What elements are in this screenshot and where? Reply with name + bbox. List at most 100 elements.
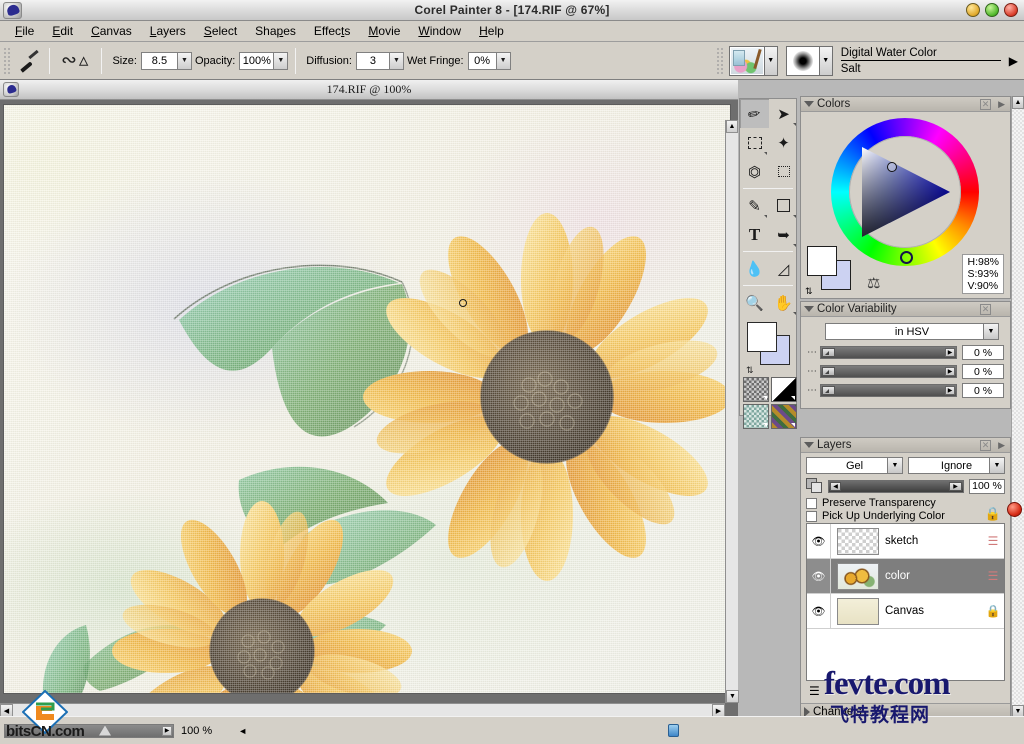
layers-panel-header[interactable]: Layers ✕ ▶ [801,438,1010,453]
panel-menu-icon[interactable]: ▶ [998,440,1005,451]
slider-knob[interactable] [822,386,835,395]
variability-mode-select[interactable]: in HSV ▼ [825,323,999,340]
menu-shapes[interactable]: Shapes [246,22,305,40]
opacity-value[interactable]: 100% [239,51,274,70]
pick-up-underlying-checkbox[interactable] [806,510,817,522]
preserve-transparency-checkbox[interactable] [806,497,817,509]
brush-category-arrow-icon[interactable]: ▼ [764,45,778,76]
slider-end-icon[interactable]: ▶ [945,386,955,395]
diffusion-value[interactable]: 3 [355,51,389,70]
composite-depth-select[interactable]: Ignore ▼ [908,457,1005,474]
paint-bucket-tool[interactable]: ◿ [769,254,798,283]
main-color-swatch[interactable] [807,246,837,276]
menu-window[interactable]: Window [409,22,470,40]
slider-knob[interactable]: ▶ [949,481,962,491]
slider-knob[interactable] [822,348,835,357]
wet-fringe-field[interactable]: 0% ▼ [467,51,511,70]
magic-wand-tool[interactable]: ✦ [769,128,798,157]
opacity-field[interactable]: 100% ▼ [239,51,289,70]
scroll-up-icon[interactable]: ▲ [726,120,738,133]
preserve-transparency-row[interactable]: Preserve Transparency [806,497,1005,509]
chevron-down-icon[interactable]: ▼ [887,457,903,474]
chevron-down-icon[interactable]: ▼ [989,457,1005,474]
close-icon[interactable]: ✕ [980,99,991,110]
menu-select[interactable]: Select [195,22,246,40]
text-tool[interactable]: T [740,220,769,249]
palette-scrollbar[interactable]: ▲ ▼ [1011,96,1024,718]
layer-name[interactable]: color [885,570,982,582]
wet-fringe-dropdown-arrow[interactable]: ▼ [495,51,511,70]
color-swatches[interactable]: ⇅ [746,321,796,375]
primary-color-swatch[interactable] [747,322,777,352]
hue-variability-value[interactable]: 0 % [962,345,1004,360]
status-nav-icon[interactable]: ◄ [238,726,247,736]
move-layer-tool[interactable]: ➤ [769,99,798,128]
layer-visibility-icon[interactable]: 👁 [807,559,831,593]
table-row[interactable]: 👁 sketch ☰ [807,524,1004,559]
layer-opacity-value[interactable]: 100 % [969,478,1005,494]
opacity-dropdown-arrow[interactable]: ▼ [273,51,289,70]
color-wheel-area[interactable]: ⇅ ⚖ H:98% S:93% V:90% [801,112,1010,298]
slider-knob[interactable] [822,367,835,376]
painting-canvas[interactable] [3,104,731,694]
zoom-slider-end-icon[interactable]: ▶ [162,725,172,736]
document-title-bar[interactable]: 174.RIF @ 100% [0,80,738,100]
canvas-lock-icon[interactable]: 🔒 [982,604,1004,618]
brush-tool[interactable]: ✏ [740,99,769,128]
colors-panel-header[interactable]: Colors ✕ ▶ [801,97,1010,112]
saturation-value-triangle[interactable] [858,145,952,239]
layer-visibility-icon[interactable]: 👁 [807,594,831,628]
collapse-triangle-icon[interactable] [804,442,814,448]
slider-start-icon[interactable]: ◀ [830,481,841,491]
lock-icon[interactable]: 🔒 [985,506,1001,522]
value-variability-value[interactable]: 0 % [962,383,1004,398]
rectangular-selection-tool[interactable] [740,128,769,157]
collapse-triangle-icon[interactable] [804,306,814,312]
menu-edit[interactable]: Edit [43,22,82,40]
stroke-preview-icon[interactable]: ∾▵ [57,51,94,70]
expand-triangle-icon[interactable] [804,706,810,717]
shape-selection-tool[interactable]: ➥ [769,220,798,249]
value-variability-slider[interactable]: ▶ [820,384,957,397]
menu-effects[interactable]: Effects [305,22,359,40]
color-variability-header[interactable]: Color Variability ✕ [801,302,1010,317]
slider-end-icon[interactable]: ▶ [945,348,955,357]
brush-variant-arrow-icon[interactable]: ▼ [819,45,833,76]
table-row[interactable]: 👁 color ☰ [807,559,1004,594]
magnifier-tool[interactable]: 🔍 [740,288,769,317]
saturation-variability-value[interactable]: 0 % [962,364,1004,379]
brush-category-selector[interactable]: ▼ [728,45,778,76]
swap-colors-icon[interactable]: ⇅ [805,286,813,297]
menu-layers[interactable]: Layers [141,22,195,40]
diffusion-field[interactable]: 3 ▼ [355,51,404,70]
brush-variant-selector[interactable]: ▼ [785,45,833,76]
size-value[interactable]: 8.5 [140,51,177,70]
layer-list[interactable]: 👁 sketch ☰ 👁 color ☰ 👁 Canvas 🔒 [806,523,1005,681]
pattern-selector[interactable] [743,404,769,429]
menu-help[interactable]: Help [470,22,513,40]
paper-selector[interactable] [743,377,769,402]
dropper-tool[interactable]: 💧 [740,254,769,283]
document-vertical-scrollbar[interactable]: ▲ ▼ [725,120,739,703]
weave-selector[interactable] [771,404,797,429]
diffusion-dropdown-arrow[interactable]: ▼ [388,51,404,70]
close-button[interactable] [1004,3,1018,17]
pick-up-underlying-row[interactable]: Pick Up Underlying Color 🔒 [806,506,1005,522]
palette-close-orb-icon[interactable] [1007,502,1022,517]
layer-opacity-slider[interactable]: ◀ ▶ [828,479,964,493]
pen-tool[interactable]: ✎ [740,191,769,220]
saturation-variability-slider[interactable]: ▶ [820,365,957,378]
chevron-down-icon[interactable]: ▼ [983,323,999,340]
selection-adjuster-tool[interactable] [769,157,798,186]
table-row[interactable]: 👁 Canvas 🔒 [807,594,1004,629]
size-field[interactable]: 8.5 ▼ [140,51,192,70]
wet-fringe-value[interactable]: 0% [467,51,496,70]
slider-end-icon[interactable]: ▶ [945,367,955,376]
panel-color-swatches[interactable]: ⇅ [805,246,863,297]
new-layer-icon[interactable]: ☰ [809,684,820,698]
menu-file[interactable]: FFileile [6,22,43,40]
menu-canvas[interactable]: Canvas [82,22,141,40]
layer-name[interactable]: sketch [885,535,982,547]
layer-name[interactable]: Canvas [885,605,982,617]
document-horizontal-scrollbar[interactable]: ◀ ▶ [0,703,725,717]
